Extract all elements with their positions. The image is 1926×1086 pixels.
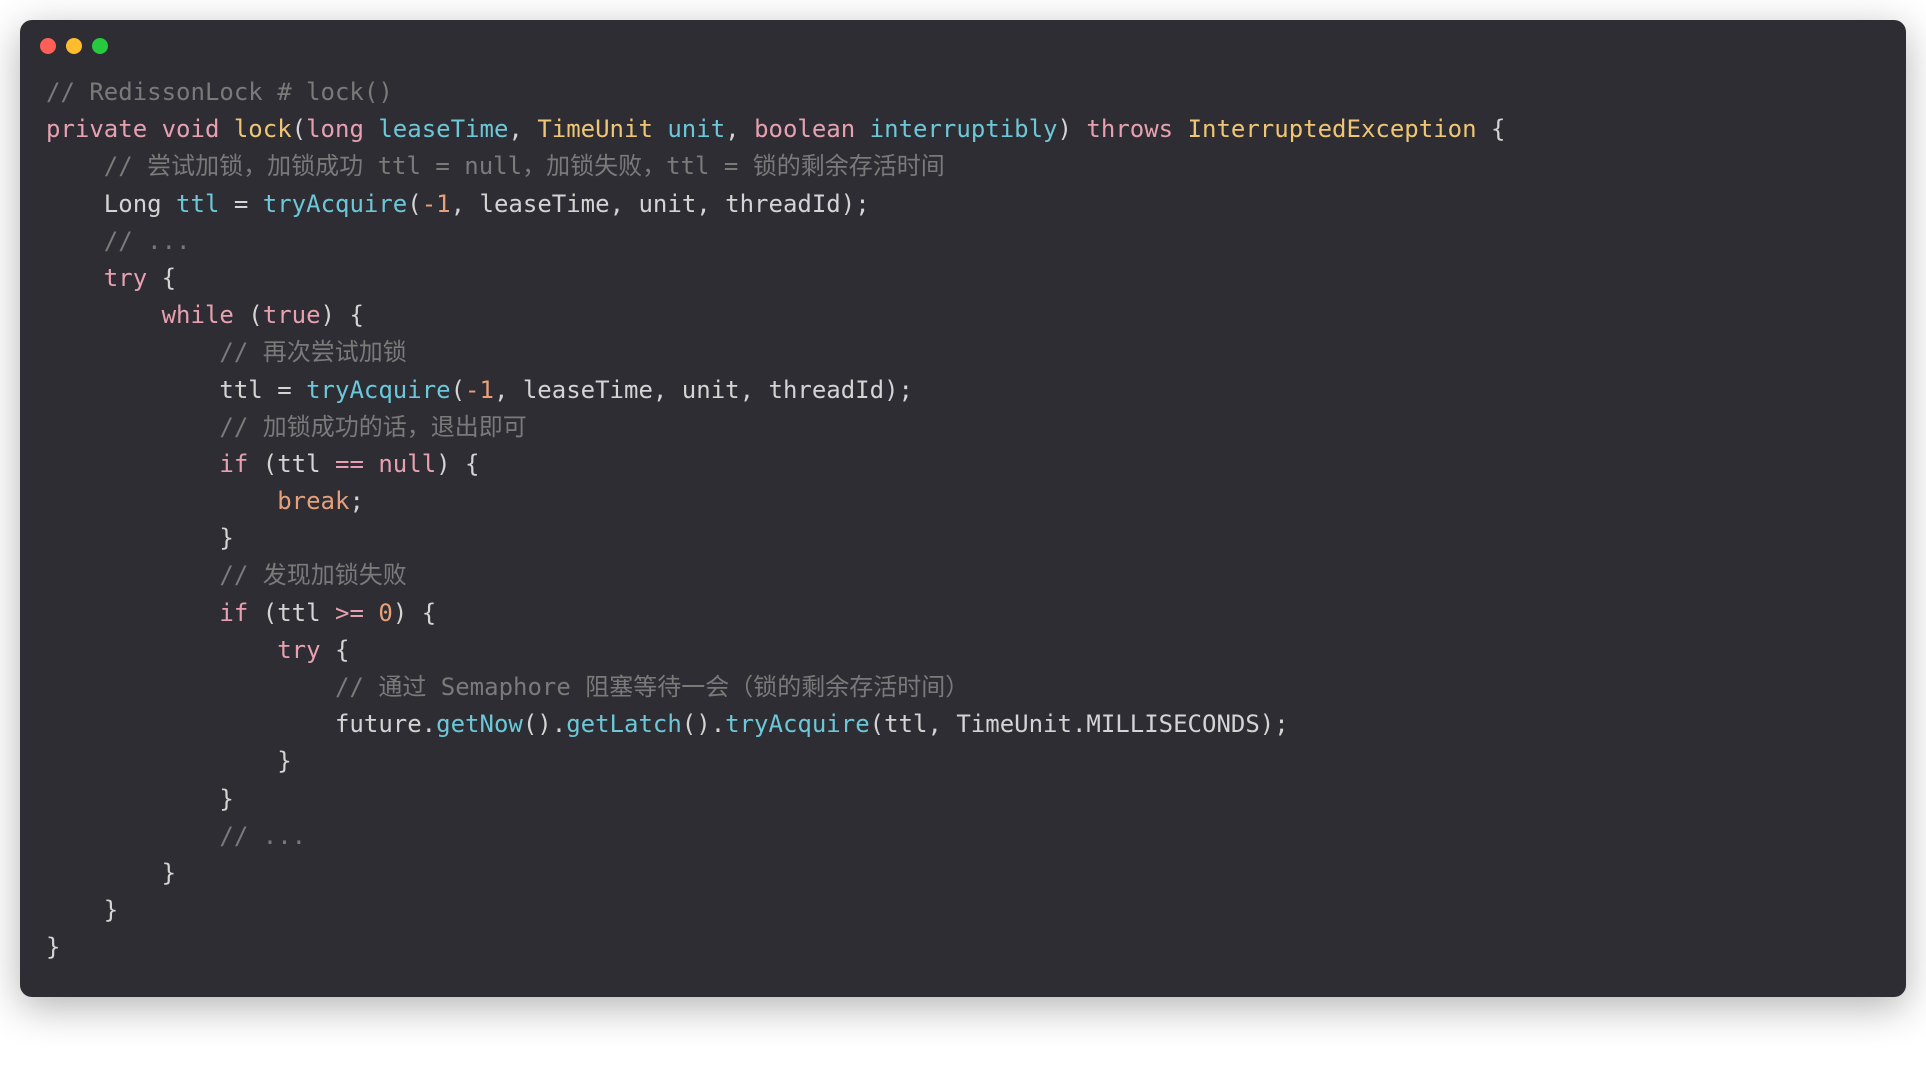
code-param: interruptibly [855,115,1057,143]
code-punc: } [46,524,234,552]
code-punc: ( [451,376,465,404]
code-keyword: try [46,264,147,292]
code-text: , leaseTime, unit, threadId); [494,376,913,404]
code-method: tryAcquire [263,190,408,218]
code-text: (ttl, TimeUnit.MILLISECONDS); [870,710,1289,738]
code-comment: // ... [46,822,306,850]
code-comment: // ... [46,227,191,255]
code-op: >= [335,599,364,627]
minimize-icon[interactable] [66,38,82,54]
code-op: == [335,450,364,478]
code-method: getLatch [566,710,682,738]
code-punc: ; [349,487,363,515]
maximize-icon[interactable] [92,38,108,54]
code-param: unit [653,115,725,143]
code-punc: } [46,896,118,924]
code-method: getNow [436,710,523,738]
code-number: 0 [378,599,392,627]
code-comment: // 再次尝试加锁 [46,338,407,366]
code-comment: // 加锁成功的话，退出即可 [46,413,527,441]
code-keyword: try [46,636,321,664]
code-type: TimeUnit [537,115,653,143]
code-keyword: void [162,115,220,143]
code-punc: } [46,933,60,961]
code-punc: { [1477,115,1506,143]
code-punc: ) { [393,599,436,627]
code-punc: ) [1058,115,1072,143]
code-punc: } [46,747,292,775]
code-param: leaseTime [364,115,509,143]
code-method: tryAcquire [725,710,870,738]
code-text: ttl = [46,376,306,404]
code-block: // RedissonLock # lock() private void lo… [20,62,1906,997]
code-type: boolean [754,115,855,143]
code-keyword: private [46,115,147,143]
code-text: (ttl [248,599,335,627]
code-method: tryAcquire [306,376,451,404]
code-type: long [306,115,364,143]
code-keyword: if [46,599,248,627]
code-punc: { [147,264,176,292]
code-comment: // RedissonLock # lock() [46,78,393,106]
code-keyword: if [46,450,248,478]
code-comment: // 尝试加锁，加锁成功 ttl = null，加锁失败，ttl = 锁的剩余存… [46,152,945,180]
code-punc: } [46,859,176,887]
code-text: Long [46,190,176,218]
code-punc: ( [292,115,306,143]
code-window: // RedissonLock # lock() private void lo… [20,20,1906,997]
code-var: ttl [176,190,219,218]
code-number: -1 [465,376,494,404]
code-punc: { [321,636,350,664]
titlebar [20,20,1906,62]
code-punc: (). [682,710,725,738]
code-comment: // 发现加锁失败 [46,561,407,589]
code-punc: ( [407,190,421,218]
code-keyword: while [46,301,234,329]
code-punc: ) { [436,450,479,478]
code-number: -1 [422,190,451,218]
code-punc: (). [523,710,566,738]
code-punc: } [46,785,234,813]
code-punc: , [508,115,537,143]
code-text [364,599,378,627]
code-punc: ) { [321,301,364,329]
code-punc: , [725,115,754,143]
code-keyword: null [364,450,436,478]
code-punc: ( [234,301,263,329]
code-punc: = [219,190,262,218]
code-text: , leaseTime, unit, threadId); [451,190,870,218]
code-text: future. [46,710,436,738]
close-icon[interactable] [40,38,56,54]
code-keyword: true [263,301,321,329]
code-text: (ttl [248,450,335,478]
code-method-name: lock [234,115,292,143]
code-comment: // 通过 Semaphore 阻塞等待一会（锁的剩余存活时间） [46,673,969,701]
code-keyword: break [46,487,349,515]
code-keyword: throws [1072,115,1188,143]
code-type: InterruptedException [1188,115,1477,143]
